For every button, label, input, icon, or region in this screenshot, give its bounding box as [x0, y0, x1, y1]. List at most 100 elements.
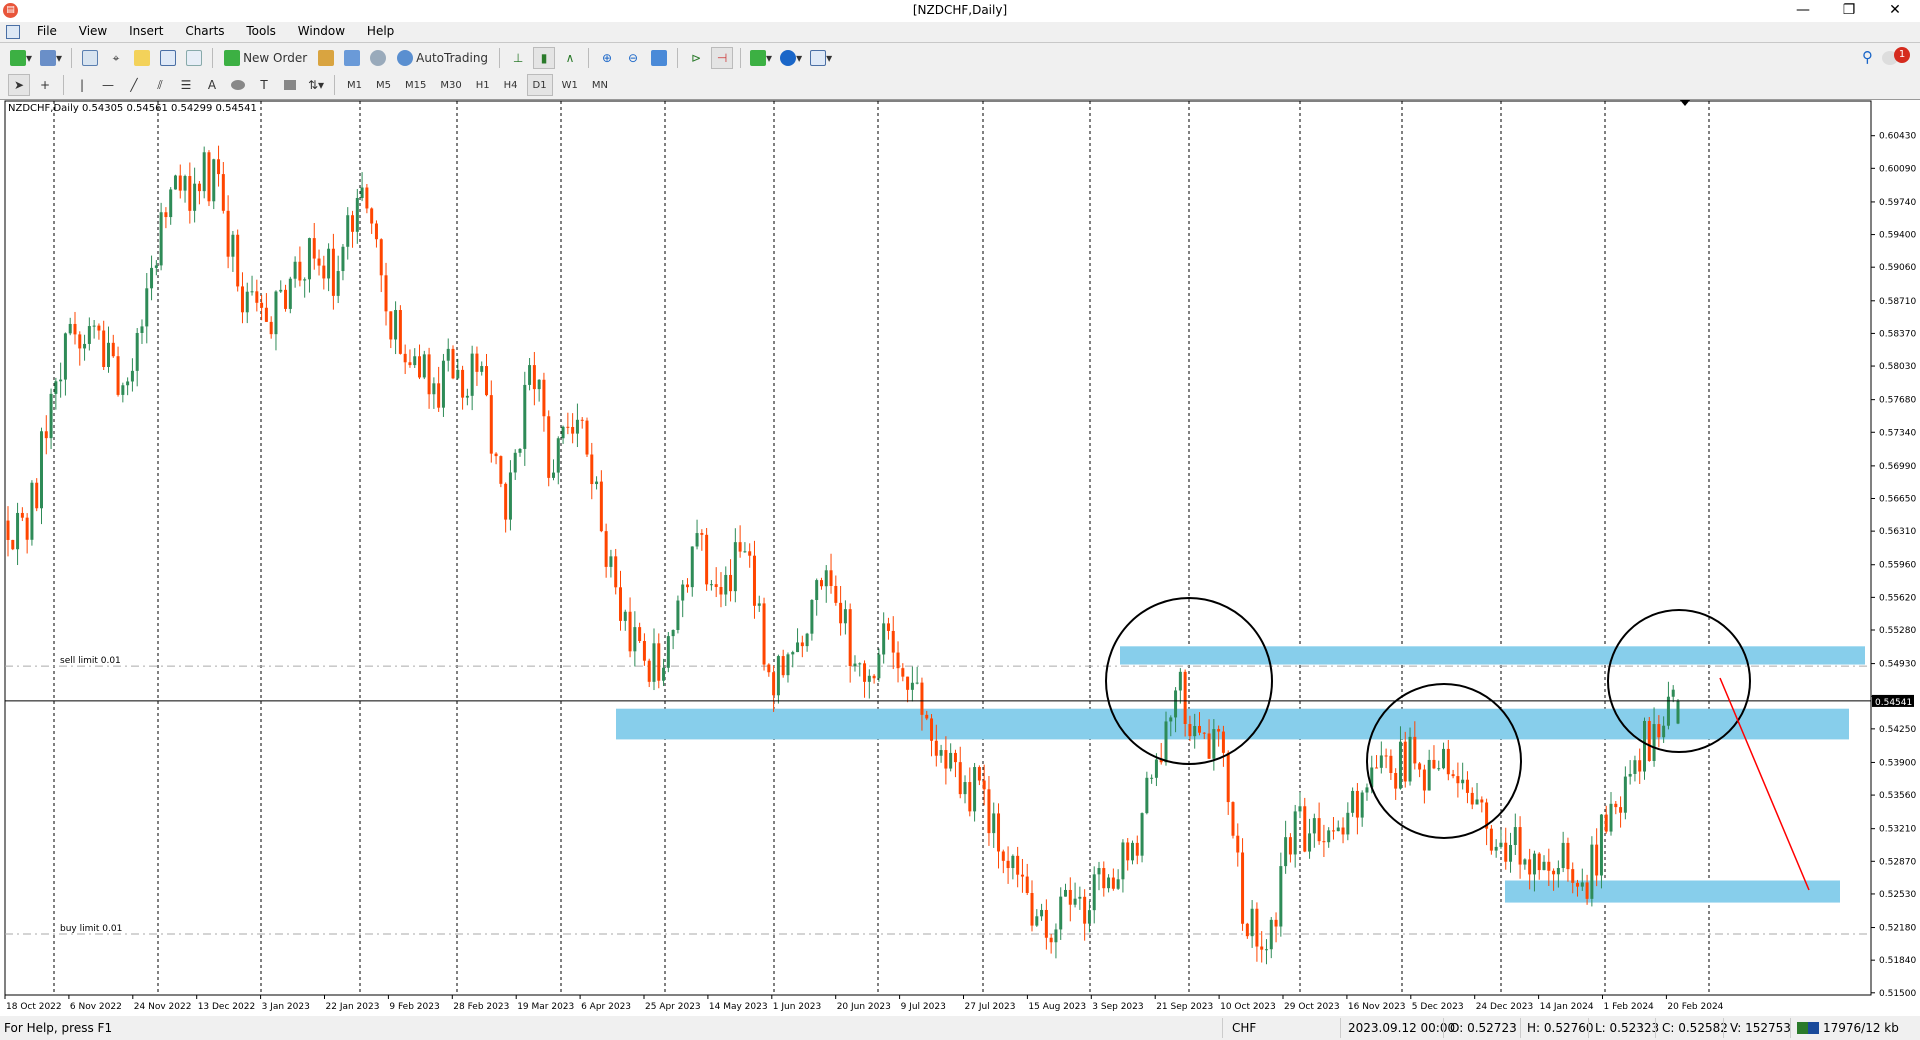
- restore-button[interactable]: ❐: [1826, 0, 1872, 22]
- timeframe-m15[interactable]: M15: [400, 74, 431, 96]
- candle-body: [805, 633, 809, 647]
- minimize-button[interactable]: —: [1780, 0, 1826, 22]
- candle-body: [413, 356, 417, 366]
- timeframe-w1[interactable]: W1: [557, 74, 583, 96]
- price-chart[interactable]: sell limit 0.01 buy limit 0.01 0.60430 0.60…: [0, 100, 1920, 1017]
- autotrading-button[interactable]: AutoTrading: [393, 47, 492, 69]
- candle-body: [1121, 842, 1125, 880]
- timeframe-m5[interactable]: M5: [371, 74, 396, 96]
- timeframe-h4[interactable]: H4: [499, 74, 523, 96]
- signals-button[interactable]: [341, 47, 363, 69]
- timeframe-mn[interactable]: MN: [587, 74, 613, 96]
- autoscroll-button[interactable]: ⊳: [685, 47, 707, 69]
- indicators-button[interactable]: ▾: [748, 47, 774, 69]
- y-tick-label: 0.59060: [1879, 263, 1916, 273]
- horizontal-line-button[interactable]: —: [97, 74, 119, 96]
- candle-body: [1446, 748, 1450, 775]
- rectangle-button[interactable]: [279, 74, 301, 96]
- candle-body: [1456, 776, 1460, 784]
- timeframe-m30[interactable]: M30: [435, 74, 466, 96]
- candle-body: [1020, 874, 1024, 877]
- equidistant-channel-button[interactable]: ⫽: [149, 74, 171, 96]
- menu-insert[interactable]: Insert: [120, 22, 172, 40]
- data-window-button[interactable]: ⌖: [105, 47, 127, 69]
- menu-window[interactable]: Window: [289, 22, 354, 40]
- text-label-button[interactable]: T: [253, 74, 275, 96]
- candle-body: [106, 342, 110, 367]
- strategy-tester-button[interactable]: [183, 47, 205, 69]
- candle-body: [1202, 732, 1206, 734]
- menu-tools[interactable]: Tools: [237, 22, 285, 40]
- bar-chart-button[interactable]: ⊥: [507, 47, 529, 69]
- menu-help[interactable]: Help: [358, 22, 403, 40]
- text-button[interactable]: A: [201, 74, 223, 96]
- arrows-button[interactable]: ⇅▾: [305, 74, 327, 96]
- y-tick-label: 0.54250: [1879, 725, 1916, 735]
- candle-body: [456, 369, 460, 379]
- navigator-button[interactable]: [131, 47, 153, 69]
- candle-body: [1197, 725, 1201, 733]
- periods-button[interactable]: ▾: [778, 47, 804, 69]
- connection-status-icon: [1797, 1022, 1819, 1034]
- candlestick-button[interactable]: ▮: [533, 47, 556, 69]
- candle-body: [1006, 860, 1010, 869]
- metaeditor-button[interactable]: [315, 47, 337, 69]
- close-button[interactable]: ✕: [1872, 0, 1918, 22]
- timeframe-h1[interactable]: H1: [471, 74, 495, 96]
- timeframe-d1[interactable]: D1: [526, 74, 553, 96]
- trendline-button[interactable]: ╱: [123, 74, 145, 96]
- candle-body: [25, 517, 29, 540]
- candle-body: [207, 152, 211, 202]
- candle-body: [83, 343, 87, 349]
- candle-body: [1619, 807, 1623, 813]
- fibonacci-button[interactable]: ☰: [175, 74, 197, 96]
- profiles-button[interactable]: ▾: [38, 47, 64, 69]
- new-order-button[interactable]: New Order: [220, 47, 311, 69]
- notification-badge[interactable]: 1: [1894, 47, 1910, 63]
- market-watch-button[interactable]: [79, 47, 101, 69]
- timeframe-m1[interactable]: M1: [342, 74, 367, 96]
- ellipse-button[interactable]: [227, 74, 249, 96]
- candle-body: [815, 580, 819, 600]
- candle-body: [1355, 790, 1359, 818]
- candle-body: [1532, 853, 1536, 875]
- candle-body: [140, 326, 144, 333]
- menu-view[interactable]: View: [70, 22, 116, 40]
- candle-body: [1633, 760, 1637, 774]
- vertical-line-button[interactable]: |: [71, 74, 93, 96]
- zoom-in-button[interactable]: ⊕: [596, 47, 618, 69]
- line-chart-button[interactable]: ∧: [559, 47, 581, 69]
- status-traffic[interactable]: 17976/12 kb: [1823, 1021, 1899, 1035]
- sell-limit-label: sell limit 0.01: [60, 656, 121, 666]
- indicators-icon: [750, 50, 767, 66]
- chart-shift-button[interactable]: ⊣: [711, 47, 734, 69]
- x-tick-label: 24 Dec 2023: [1476, 1002, 1534, 1012]
- candle-body: [518, 448, 522, 453]
- candle-body: [1154, 759, 1158, 778]
- candle-body: [260, 302, 264, 308]
- candle-body: [829, 570, 833, 586]
- menu-charts[interactable]: Charts: [176, 22, 233, 40]
- candle-body: [973, 767, 977, 812]
- candle-body: [604, 531, 608, 567]
- cursor-button[interactable]: ➤: [8, 74, 30, 96]
- zoom-out-button[interactable]: ⊖: [622, 47, 644, 69]
- search-icon[interactable]: ⚲: [1862, 48, 1873, 66]
- chart-window[interactable]: sell limit 0.01 buy limit 0.01 0.60430 0.60…: [0, 99, 1920, 1016]
- new-chart-button[interactable]: ▾: [8, 47, 34, 69]
- candle-body: [982, 780, 986, 790]
- terminal-button[interactable]: [157, 47, 179, 69]
- crosshair-button[interactable]: +: [34, 74, 56, 96]
- candle-body: [791, 652, 795, 655]
- templates-button[interactable]: ▾: [808, 47, 834, 69]
- menu-file[interactable]: File: [28, 22, 66, 40]
- candle-body: [1585, 882, 1589, 899]
- candle-body: [748, 551, 752, 556]
- candle-body: [1226, 752, 1230, 803]
- candle-body: [1552, 870, 1556, 875]
- line-chart-icon: ∧: [565, 51, 575, 65]
- candle-body: [1408, 736, 1412, 782]
- market-button[interactable]: [367, 47, 389, 69]
- tile-windows-button[interactable]: [648, 47, 670, 69]
- candle-body: [1274, 919, 1278, 927]
